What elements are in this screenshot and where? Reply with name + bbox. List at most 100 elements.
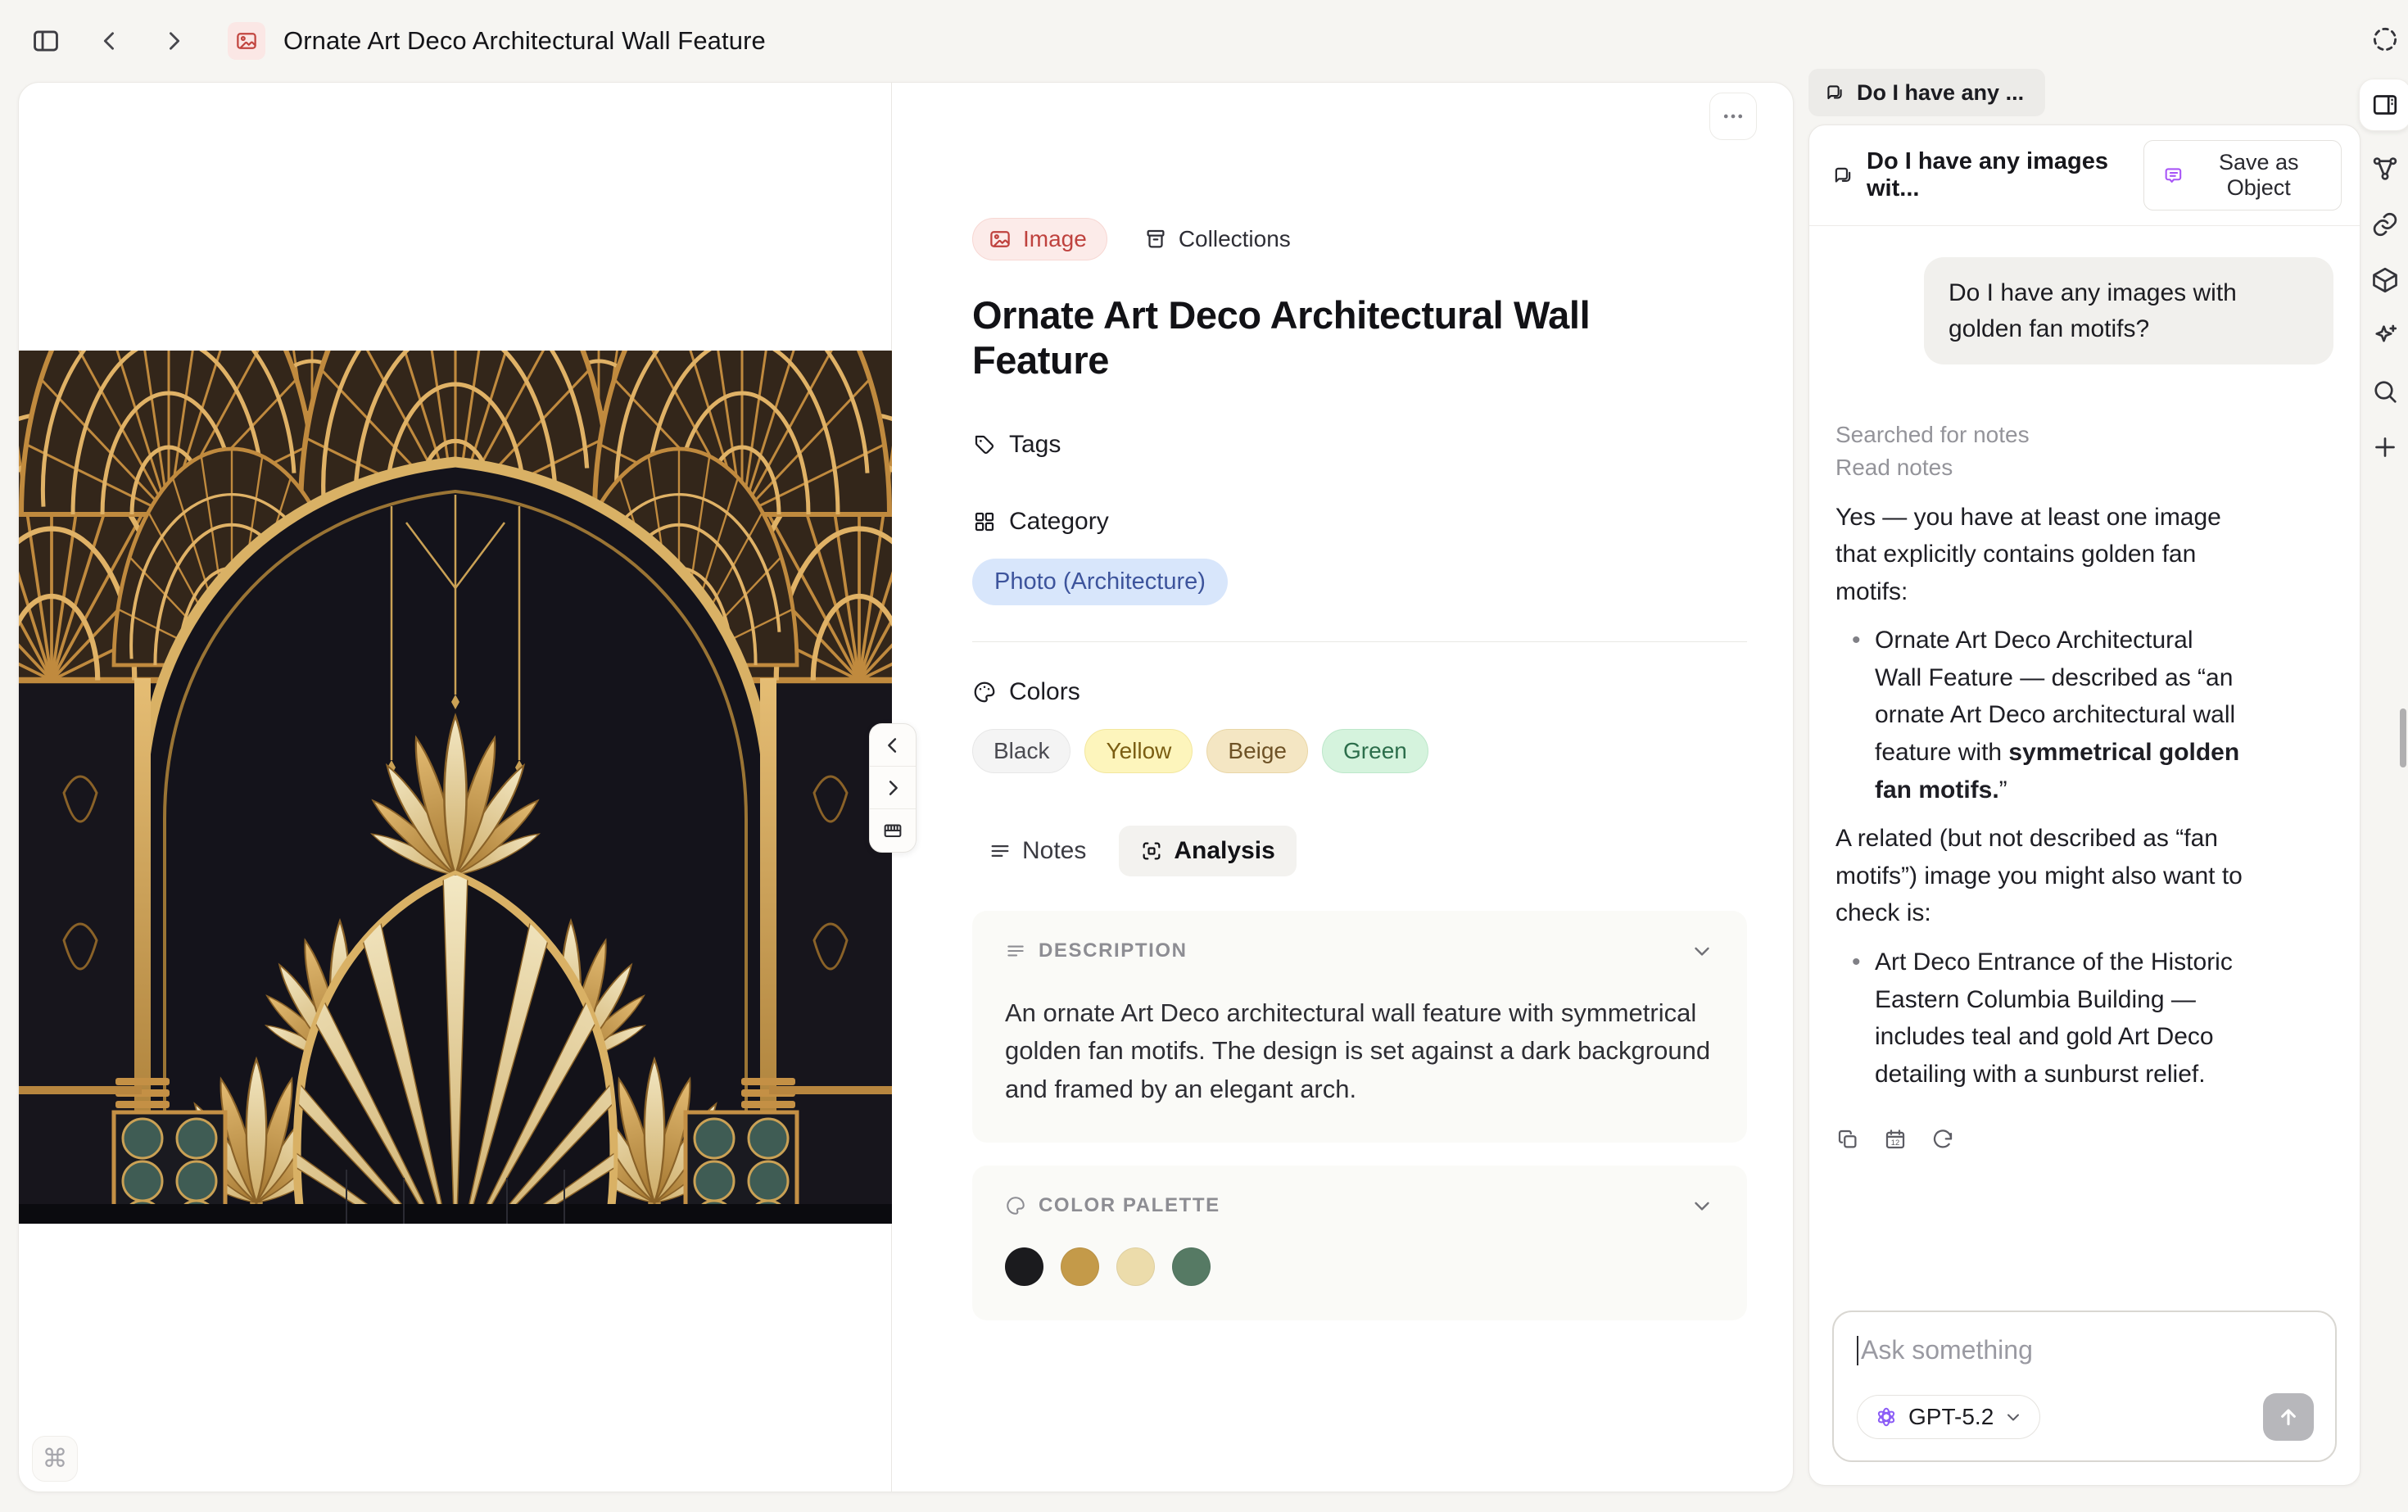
type-badge-label: Image <box>1023 226 1087 252</box>
status-line: Searched for notes <box>1835 419 2333 451</box>
chat-messages: Do I have any images with golden fan mot… <box>1809 226 2360 1311</box>
category-grid-icon <box>972 509 997 534</box>
plus-icon <box>2370 432 2400 462</box>
message-actions: 12 <box>1835 1127 2333 1152</box>
details-panel: Image Collections Ornate Art Deco Archit… <box>892 83 1793 1492</box>
category-section: Category Photo (Architecture) <box>972 508 1747 605</box>
image-icon <box>988 227 1012 251</box>
tab-notes-label: Notes <box>1022 837 1086 865</box>
filmstrip-icon <box>881 819 904 842</box>
sidebar-toggle-button[interactable] <box>28 23 64 59</box>
calendar-button[interactable]: 12 <box>1883 1127 1908 1152</box>
answer-bullet: Art Deco Entrance of the Historic Easter… <box>1840 944 2245 1093</box>
chat-card: Do I have any images wit... Save as Obje… <box>1808 124 2360 1486</box>
color-chip-green[interactable]: Green <box>1322 729 1428 773</box>
bullet-text: Art Deco Entrance of the Historic Easter… <box>1875 948 2233 1088</box>
copy-icon <box>1835 1127 1860 1152</box>
description-heading: DESCRIPTION <box>1039 939 1188 962</box>
color-chip-black[interactable]: Black <box>972 729 1070 773</box>
filmstrip-toggle-button[interactable] <box>870 809 916 852</box>
select-area-button[interactable] <box>2367 21 2403 57</box>
chat-header-title: Do I have any images wit... <box>1867 148 2132 202</box>
panels-button[interactable] <box>2359 79 2408 131</box>
forward-button[interactable] <box>156 23 192 59</box>
nodes-button[interactable] <box>2367 151 2403 187</box>
command-shortcut-button[interactable]: ⌘ <box>32 1436 78 1482</box>
chat-header: Do I have any images wit... Save as Obje… <box>1809 125 2360 226</box>
nodes-icon <box>2370 154 2400 183</box>
chat-bubbles-icon <box>1823 81 1846 104</box>
ellipsis-icon <box>1721 104 1745 129</box>
category-value-pill[interactable]: Photo (Architecture) <box>972 559 1228 605</box>
assistant-message: Yes — you have at least one image that e… <box>1835 499 2245 1093</box>
answer-paragraph: A related (but not described as “fan mot… <box>1835 820 2245 932</box>
regenerate-button[interactable] <box>1930 1127 1955 1152</box>
color-palette-card: COLOR PALETTE <box>972 1166 1747 1320</box>
calendar-icon: 12 <box>1883 1127 1908 1152</box>
message-square-icon <box>2162 164 2185 187</box>
search-button[interactable] <box>2367 373 2403 410</box>
type-badge[interactable]: Image <box>972 218 1107 260</box>
save-as-object-button[interactable]: Save as Object <box>2143 140 2342 211</box>
scrollbar-thumb[interactable] <box>2400 708 2406 767</box>
save-as-object-label: Save as Object <box>2195 150 2323 201</box>
color-chip-beige[interactable]: Beige <box>1206 729 1308 773</box>
chevron-left-icon <box>96 27 124 55</box>
copy-button[interactable] <box>1835 1127 1860 1152</box>
palette-swatch-1[interactable] <box>1005 1247 1043 1286</box>
chevron-down-icon <box>1690 939 1714 963</box>
color-chips: Black Yellow Beige Green <box>972 729 1747 773</box>
more-options-button[interactable] <box>1709 93 1757 140</box>
color-chip-yellow[interactable]: Yellow <box>1084 729 1193 773</box>
tab-analysis-label: Analysis <box>1174 837 1274 865</box>
collections-tab-label: Collections <box>1179 226 1291 252</box>
color-palette-heading: COLOR PALETTE <box>1039 1194 1220 1217</box>
description-card: DESCRIPTION An ornate Art Deco architect… <box>972 911 1747 1143</box>
cube-icon <box>2370 265 2400 295</box>
tab-notes[interactable]: Notes <box>972 826 1102 876</box>
model-selector[interactable]: GPT-5.2 <box>1857 1395 2040 1439</box>
colors-label: Colors <box>1009 678 1080 706</box>
palette-collapse-button[interactable] <box>1690 1193 1714 1218</box>
notes-lines-icon <box>989 840 1012 862</box>
detail-tabs: Notes Analysis <box>972 826 1747 876</box>
status-line: Read notes <box>1835 451 2333 484</box>
asset-title: Ornate Art Deco Architectural Wall Featu… <box>972 293 1693 383</box>
tag-icon <box>972 432 997 457</box>
model-name: GPT-5.2 <box>1908 1404 1994 1430</box>
add-button[interactable] <box>2367 429 2403 465</box>
category-label: Category <box>1009 508 1109 536</box>
panel-left-icon <box>30 25 61 57</box>
palette-swatch-4[interactable] <box>1172 1247 1211 1286</box>
openai-logo-icon <box>1874 1405 1899 1429</box>
description-collapse-button[interactable] <box>1690 939 1714 963</box>
text-caret <box>1857 1336 1858 1365</box>
tab-analysis[interactable]: Analysis <box>1119 826 1296 876</box>
panel-right-icon <box>2370 90 2400 120</box>
chevron-right-icon <box>881 776 904 799</box>
previous-image-button[interactable] <box>870 724 916 767</box>
palette-icon <box>972 680 997 704</box>
link-button[interactable] <box>2367 206 2403 242</box>
palette-swatch-2[interactable] <box>1061 1247 1099 1286</box>
back-button[interactable] <box>92 23 128 59</box>
palette-swatches <box>1005 1247 1714 1286</box>
image-viewer: ⌘ <box>19 83 892 1492</box>
command-icon: ⌘ <box>43 1444 68 1474</box>
answer-paragraph: Yes — you have at least one image that e… <box>1835 499 2245 611</box>
analysis-scan-icon <box>1140 840 1163 862</box>
ask-input[interactable] <box>1861 1335 2314 1365</box>
send-button[interactable] <box>2263 1393 2314 1441</box>
palette-swatch-3[interactable] <box>1116 1247 1155 1286</box>
chevron-down-icon <box>1690 1193 1714 1218</box>
object-button[interactable] <box>2367 262 2403 298</box>
page-title: Ornate Art Deco Architectural Wall Featu… <box>283 26 766 56</box>
collections-tab[interactable]: Collections <box>1143 226 1291 252</box>
link-icon <box>2370 210 2400 239</box>
next-image-button[interactable] <box>870 767 916 809</box>
tags-section[interactable]: Tags <box>972 431 1747 459</box>
chevron-down-icon <box>2003 1407 2023 1427</box>
chat-session-tab-label: Do I have any ... <box>1857 80 2024 106</box>
sparkles-button[interactable] <box>2367 318 2403 354</box>
chat-session-tab[interactable]: Do I have any ... <box>1808 69 2045 116</box>
